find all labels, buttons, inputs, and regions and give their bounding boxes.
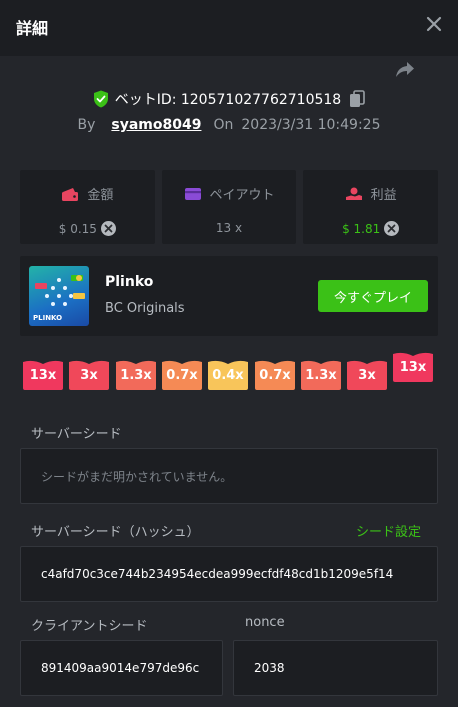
multiplier-value: 0.4x xyxy=(212,367,244,383)
wallet-icon xyxy=(62,187,79,201)
modal-title: 詳細 xyxy=(16,19,49,38)
nonce-field[interactable]: 2038 xyxy=(233,640,438,696)
coin-icon xyxy=(100,221,116,236)
game-card: PLINKO Plinko BC Originals 今すぐプレイ xyxy=(20,256,438,336)
stat-profit: 利益 $ 1.81 xyxy=(303,170,439,244)
multiplier-bucket: 3x xyxy=(69,360,109,390)
game-thumbnail[interactable]: PLINKO xyxy=(29,266,89,326)
multiplier-bucket: 3x xyxy=(347,360,387,390)
server-seed-field[interactable]: シードがまだ明かされていません。 xyxy=(20,448,438,504)
client-seed-label: クライアントシード xyxy=(31,619,148,634)
stat-amount: 金額 $ 0.15 xyxy=(20,170,155,244)
modal-header: 詳細 xyxy=(0,0,458,56)
multiplier-value: 3x xyxy=(80,367,98,383)
share-icon[interactable] xyxy=(394,58,416,80)
multiplier-bucket: 0.7x xyxy=(255,360,295,390)
bet-id-row: ベットID: 120571027762710518 xyxy=(0,88,458,110)
client-seed-field[interactable]: 891409aa9014e797de96c xyxy=(20,640,223,696)
server-seed-label: サーバーシード xyxy=(31,427,122,442)
nonce-value: 2038 xyxy=(254,661,285,675)
card-icon xyxy=(184,187,201,200)
server-seed-hash-value: c4afd70c3ce744b234954ecdea999ecfdf48cd1b… xyxy=(41,567,394,581)
game-name[interactable]: Plinko xyxy=(105,274,153,290)
multiplier-bucket: 13x xyxy=(23,360,63,390)
server-seed-hash-label: サーバーシード（ハッシュ） xyxy=(31,525,200,540)
bet-date: 2023/3/31 10:49:25 xyxy=(241,117,381,133)
by-label: By xyxy=(77,117,96,133)
nonce-label: nonce xyxy=(245,615,285,630)
multiplier-value: 1.3x xyxy=(120,367,152,383)
stat-payout-value: 13 x xyxy=(215,221,243,235)
username-link[interactable]: syamo8049 xyxy=(111,117,201,133)
thumbnail-label: PLINKO xyxy=(33,314,63,322)
multiplier-bucket: 1.3x xyxy=(116,360,156,390)
server-seed-placeholder: シードがまだ明かされていません。 xyxy=(41,469,233,484)
multiplier-bucket: 1.3x xyxy=(301,360,341,390)
stat-profit-label: 利益 xyxy=(370,188,397,203)
stats-row: 金額 $ 0.15 ペイアウト 13 x 利益 $ 1.81 xyxy=(20,170,439,244)
multiplier-value: 0.7x xyxy=(166,367,198,383)
server-seed-hash-field[interactable]: c4afd70c3ce744b234954ecdea999ecfdf48cd1b… xyxy=(20,546,438,602)
shield-check-icon xyxy=(93,90,108,108)
stat-amount-label: 金額 xyxy=(87,188,114,203)
multiplier-value: 0.7x xyxy=(259,367,291,383)
bet-id: ベットID: 120571027762710518 xyxy=(114,92,342,108)
hand-coin-icon xyxy=(345,187,362,200)
stat-payout-label: ペイアウト xyxy=(209,188,275,203)
multiplier-value: 3x xyxy=(358,367,376,383)
multiplier-bucket: 13x xyxy=(393,352,433,382)
game-provider: BC Originals xyxy=(105,301,185,316)
multiplier-bucket: 0.4x xyxy=(208,360,248,390)
stat-payout: ペイアウト 13 x xyxy=(161,170,297,244)
copy-icon[interactable] xyxy=(349,90,366,108)
multiplier-row: 13x 3x 1.3x 0.7x 0.4x 0.7x 1.3x 3x 13x xyxy=(23,352,435,392)
close-icon[interactable] xyxy=(426,16,442,32)
stat-amount-value: $ 0.15 xyxy=(58,221,97,236)
on-label: On xyxy=(213,117,234,133)
client-seed-value: 891409aa9014e797de96c xyxy=(41,661,200,675)
multiplier-value: 13x xyxy=(399,359,427,375)
play-now-button[interactable]: 今すぐプレイ xyxy=(318,280,428,312)
multiplier-value: 1.3x xyxy=(305,367,337,383)
coin-icon xyxy=(384,221,400,236)
stat-profit-value: $ 1.81 xyxy=(342,221,381,236)
multiplier-bucket: 0.7x xyxy=(162,360,202,390)
multiplier-value: 13x xyxy=(29,367,57,383)
bet-meta: By syamo8049 On 2023/3/31 10:49:25 xyxy=(0,115,458,135)
seed-settings-link[interactable]: シード設定 xyxy=(356,521,421,540)
